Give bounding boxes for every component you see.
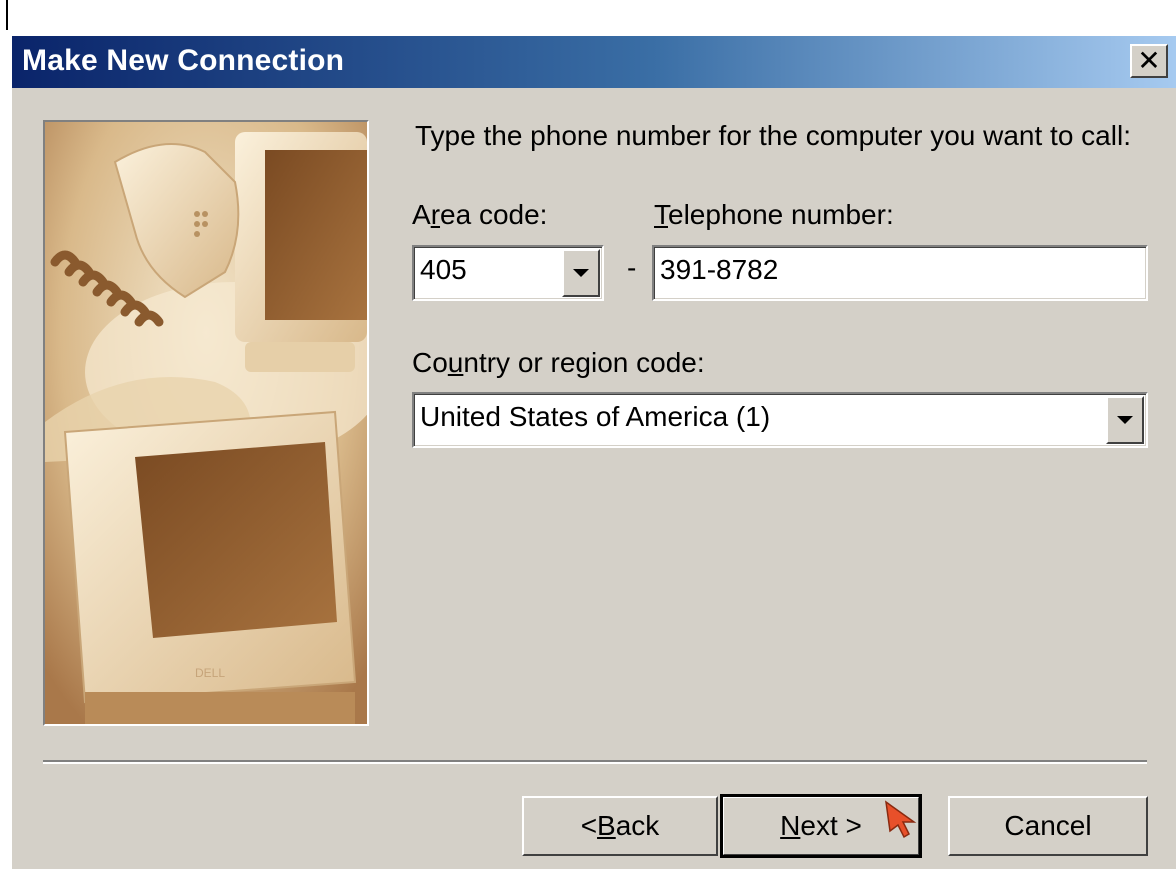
- instruction-text: Type the phone number for the computer y…: [415, 120, 1131, 151]
- window-title: Make New Connection: [22, 44, 345, 77]
- close-icon: ✕: [1137, 45, 1161, 76]
- telephone-number-label: Telephone number:: [654, 199, 894, 230]
- mouse-pointer-icon: [885, 800, 917, 839]
- computer-and-phone-illustration: DELL: [43, 120, 369, 726]
- close-button[interactable]: ✕: [1130, 44, 1168, 78]
- telephone-number-input[interactable]: 391-8782: [652, 245, 1148, 301]
- area-code-combobox[interactable]: 405: [412, 245, 604, 301]
- background-window-edge: [6, 0, 8, 30]
- country-code-label: Country or region code:: [412, 347, 705, 378]
- make-new-connection-dialog: Make New Connection ✕ DELL Type the phon…: [10, 34, 1176, 869]
- country-code-value: United States of America (1): [420, 401, 771, 432]
- country-dropdown-button[interactable]: [1106, 396, 1144, 444]
- area-code-dropdown-button[interactable]: [562, 249, 600, 297]
- back-button[interactable]: < Back: [522, 796, 718, 856]
- country-code-combobox[interactable]: United States of America (1): [412, 392, 1148, 448]
- divider: [43, 760, 1147, 764]
- cancel-button[interactable]: Cancel: [948, 796, 1148, 856]
- area-code-label: Area code:: [412, 199, 548, 230]
- svg-text:DELL: DELL: [195, 666, 225, 680]
- telephone-number-value: 391-8782: [660, 254, 779, 285]
- title-bar[interactable]: Make New Connection ✕: [12, 36, 1176, 88]
- area-code-value: 405: [420, 254, 467, 285]
- dash-separator: -: [627, 252, 637, 283]
